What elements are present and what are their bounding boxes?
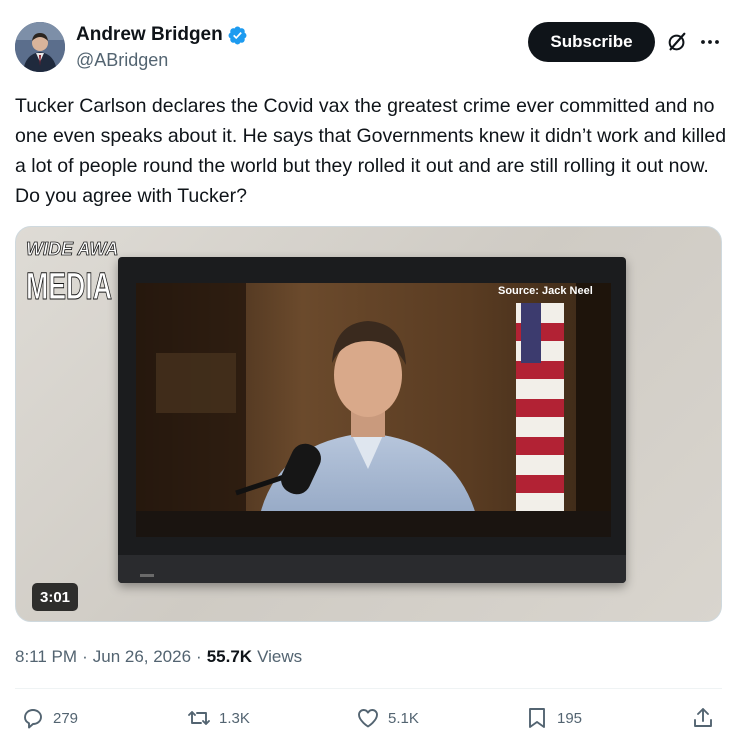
watermark-logo: WIDE AWAKE MEDIA [26,239,119,305]
video-player[interactable]: WIDE AWAKE MEDIA Source: Jack Neel 3:01 [15,226,722,622]
video-frame-screen [136,283,611,537]
tweet-header: Andrew Bridgen @ABridgen Subscribe [15,20,727,74]
watermark-line2: MEDIA [26,266,112,305]
repost-count: 1.3K [219,709,250,727]
tv-power-light [140,574,154,577]
like-button[interactable]: 5.1K [356,706,419,730]
author-display-name[interactable]: Andrew Bridgen [76,24,223,46]
views-count[interactable]: 55.7K [207,647,252,667]
watermark-line1: WIDE AWAKE [26,239,118,259]
divider [15,688,722,689]
reply-icon [24,709,42,729]
meta-separator: · [82,647,88,666]
share-button[interactable] [691,706,715,730]
tweet-meta: 8:11 PM · Jun 26, 2026 · 55.7K Views [15,647,302,667]
bookmark-button[interactable]: 195 [525,706,582,730]
bookmark-count: 195 [557,709,583,727]
avatar[interactable] [15,22,65,72]
repost-icon [188,711,210,725]
like-count: 5.1K [388,709,419,727]
subscribe-button[interactable]: Subscribe [528,22,655,62]
source-caption: Source: Jack Neel [498,285,593,297]
reply-button[interactable]: 279 [21,706,78,730]
grok-icon[interactable] [666,31,688,53]
share-icon [694,708,712,727]
author-name-row: Andrew Bridgen [76,24,248,46]
bookmark-icon [529,708,545,728]
tv-bezel [118,555,626,583]
video-duration-badge: 3:01 [32,583,79,611]
tweet-text: Tucker Carlson declares the Covid vax th… [15,95,727,207]
views-label: Views [257,647,303,666]
repost-button[interactable]: 1.3K [187,706,250,730]
reply-count: 279 [53,709,79,727]
more-horizontal-icon[interactable] [700,32,720,52]
author-handle[interactable]: @ABridgen [76,50,168,71]
verified-badge-icon[interactable] [227,25,248,46]
meta-separator: · [196,647,202,666]
heart-icon [358,709,378,728]
tweet-date[interactable]: Jun 26, 2026 [93,647,191,667]
action-bar: 279 1.3K 5.1K 195 [15,700,722,740]
tweet-time[interactable]: 8:11 PM [15,647,77,667]
